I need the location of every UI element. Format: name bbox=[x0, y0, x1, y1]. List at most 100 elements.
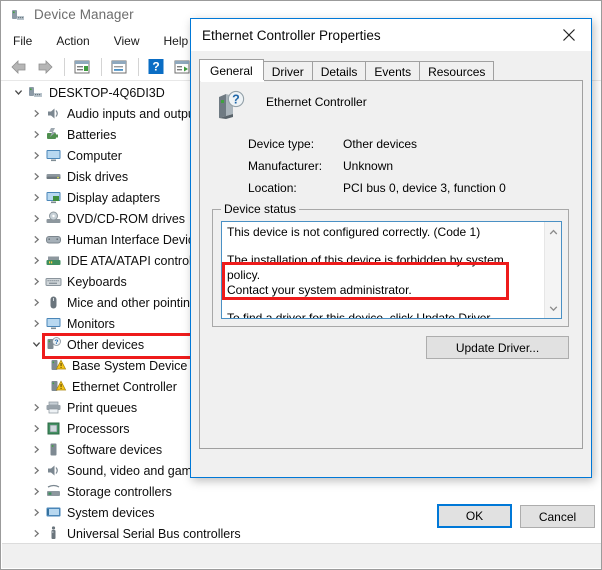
usb-icon bbox=[45, 525, 62, 542]
property-row: Manufacturer: Unknown bbox=[248, 155, 578, 177]
printer-icon bbox=[45, 399, 62, 416]
chevron-right-icon[interactable] bbox=[28, 424, 45, 433]
tab-details[interactable]: Details bbox=[311, 61, 367, 81]
property-label: Device type: bbox=[248, 137, 315, 151]
storage-controller-icon bbox=[45, 483, 62, 500]
cancel-button[interactable]: Cancel bbox=[520, 505, 595, 528]
battery-icon bbox=[45, 126, 62, 143]
tab-events[interactable]: Events bbox=[365, 61, 421, 81]
chevron-right-icon[interactable] bbox=[28, 319, 45, 328]
property-value: Other devices bbox=[343, 137, 418, 151]
tree-item-label: Computer bbox=[67, 148, 122, 163]
device-header: ? Ethernet Controller bbox=[214, 89, 367, 123]
monitor-icon bbox=[45, 315, 62, 332]
property-value: PCI bus 0, device 3, function 0 bbox=[343, 181, 506, 195]
dialog-tabs: General Driver Details Events Resources bbox=[199, 59, 583, 81]
processor-icon bbox=[45, 420, 62, 437]
ethernet-controller-properties-dialog: Ethernet Controller Properties General D… bbox=[190, 18, 595, 528]
tree-item-label: DVD/CD-ROM drives bbox=[67, 211, 186, 226]
status-paragraph-1: This device is not configured correctly.… bbox=[227, 225, 481, 239]
window-title: Device Manager bbox=[34, 7, 134, 22]
svg-text:?: ? bbox=[232, 93, 240, 107]
chevron-right-icon[interactable] bbox=[28, 256, 45, 265]
property-row: Location: PCI bus 0, device 3, function … bbox=[248, 177, 578, 199]
ok-button[interactable]: OK bbox=[437, 504, 512, 528]
tree-item-label: Print queues bbox=[67, 400, 138, 415]
close-icon[interactable] bbox=[546, 20, 591, 51]
chevron-right-icon[interactable] bbox=[28, 466, 45, 475]
forward-icon[interactable] bbox=[33, 55, 57, 79]
property-label: Manufacturer: bbox=[248, 159, 323, 173]
status-paragraph-2: The installation of this device is forbi… bbox=[227, 253, 532, 298]
status-scrollbar[interactable] bbox=[544, 222, 561, 318]
tab-driver[interactable]: Driver bbox=[262, 61, 313, 81]
chevron-right-icon[interactable] bbox=[28, 130, 45, 139]
device-properties: Device type: Other devices Manufacturer:… bbox=[248, 133, 578, 199]
menu-item-file[interactable]: File bbox=[13, 31, 43, 51]
speaker-icon bbox=[45, 105, 62, 122]
toolbar-separator bbox=[138, 57, 139, 76]
monitor-icon bbox=[45, 147, 62, 164]
tab-general[interactable]: General bbox=[199, 59, 264, 81]
chevron-right-icon[interactable] bbox=[28, 109, 45, 118]
chevron-right-icon[interactable] bbox=[28, 529, 45, 538]
status-paragraph-2-line-2: Contact your system administrator. bbox=[227, 283, 412, 297]
chevron-right-icon[interactable] bbox=[28, 235, 45, 244]
mouse-icon bbox=[45, 294, 62, 311]
chevron-up-icon[interactable] bbox=[545, 224, 561, 240]
chevron-right-icon[interactable] bbox=[28, 214, 45, 223]
chevron-right-icon[interactable] bbox=[28, 277, 45, 286]
tree-item-label: Keyboards bbox=[67, 274, 127, 289]
tree-item-label: Batteries bbox=[67, 127, 117, 142]
active-tab-seam bbox=[201, 80, 264, 82]
chevron-right-icon[interactable] bbox=[28, 487, 45, 496]
sound-icon bbox=[45, 462, 62, 479]
tree-item-storage-controllers[interactable]: Storage controllers bbox=[2, 481, 600, 502]
display-adapter-icon bbox=[45, 189, 62, 206]
tree-item-label: DESKTOP-4Q6DI3D bbox=[49, 85, 165, 100]
tree-item-label: Display adapters bbox=[67, 190, 161, 205]
chevron-right-icon[interactable] bbox=[28, 445, 45, 454]
tree-item-label: Other devices bbox=[67, 337, 145, 352]
tree-item-label: Audio inputs and outputs bbox=[67, 106, 205, 121]
disk-icon bbox=[45, 168, 62, 185]
general-tab-panel: ? Ethernet Controller Device type: Other… bbox=[199, 80, 595, 528]
hid-icon bbox=[45, 231, 62, 248]
property-label: Location: bbox=[248, 181, 297, 195]
properties-icon[interactable] bbox=[70, 55, 94, 79]
chevron-right-icon[interactable] bbox=[28, 193, 45, 202]
chevron-right-icon[interactable] bbox=[28, 151, 45, 160]
help-icon[interactable]: ? bbox=[144, 55, 168, 79]
device-status-textbox[interactable]: This device is not configured correctly.… bbox=[221, 221, 562, 319]
unknown-device-icon: ? bbox=[45, 336, 62, 353]
chevron-right-icon[interactable] bbox=[28, 403, 45, 412]
toolbar-separator bbox=[101, 57, 102, 76]
chevron-right-icon[interactable] bbox=[28, 172, 45, 181]
system-device-icon bbox=[45, 504, 62, 521]
tree-item-label: System devices bbox=[67, 505, 155, 520]
software-device-icon bbox=[45, 441, 62, 458]
update-driver-button[interactable]: Update Driver... bbox=[426, 336, 569, 359]
tree-item-label: Storage controllers bbox=[67, 484, 172, 499]
tab-resources[interactable]: Resources bbox=[419, 61, 495, 81]
device-manager-icon bbox=[10, 7, 26, 23]
menu-item-view[interactable]: View bbox=[114, 31, 151, 51]
status-paragraph-3: To find a driver for this device, click … bbox=[227, 311, 494, 319]
menu-item-action[interactable]: Action bbox=[56, 31, 100, 51]
svg-text:?: ? bbox=[152, 60, 159, 74]
ide-controller-icon bbox=[45, 252, 62, 269]
statusbar bbox=[2, 543, 601, 568]
back-icon[interactable] bbox=[7, 55, 31, 79]
show-hidden-devices-icon[interactable] bbox=[107, 55, 131, 79]
chevron-right-icon[interactable] bbox=[28, 508, 45, 517]
chevron-down-icon[interactable] bbox=[10, 88, 27, 97]
warning-device-icon bbox=[50, 357, 67, 374]
chevron-down-icon[interactable] bbox=[545, 300, 561, 316]
tree-item-label: Human Interface Devices bbox=[67, 232, 208, 247]
chevron-right-icon[interactable] bbox=[28, 298, 45, 307]
svg-text:?: ? bbox=[55, 339, 59, 346]
tree-item-label: Universal Serial Bus controllers bbox=[67, 526, 241, 541]
chevron-down-icon[interactable] bbox=[28, 340, 45, 349]
property-row: Device type: Other devices bbox=[248, 133, 578, 155]
tree-item-label: Ethernet Controller bbox=[72, 379, 177, 394]
